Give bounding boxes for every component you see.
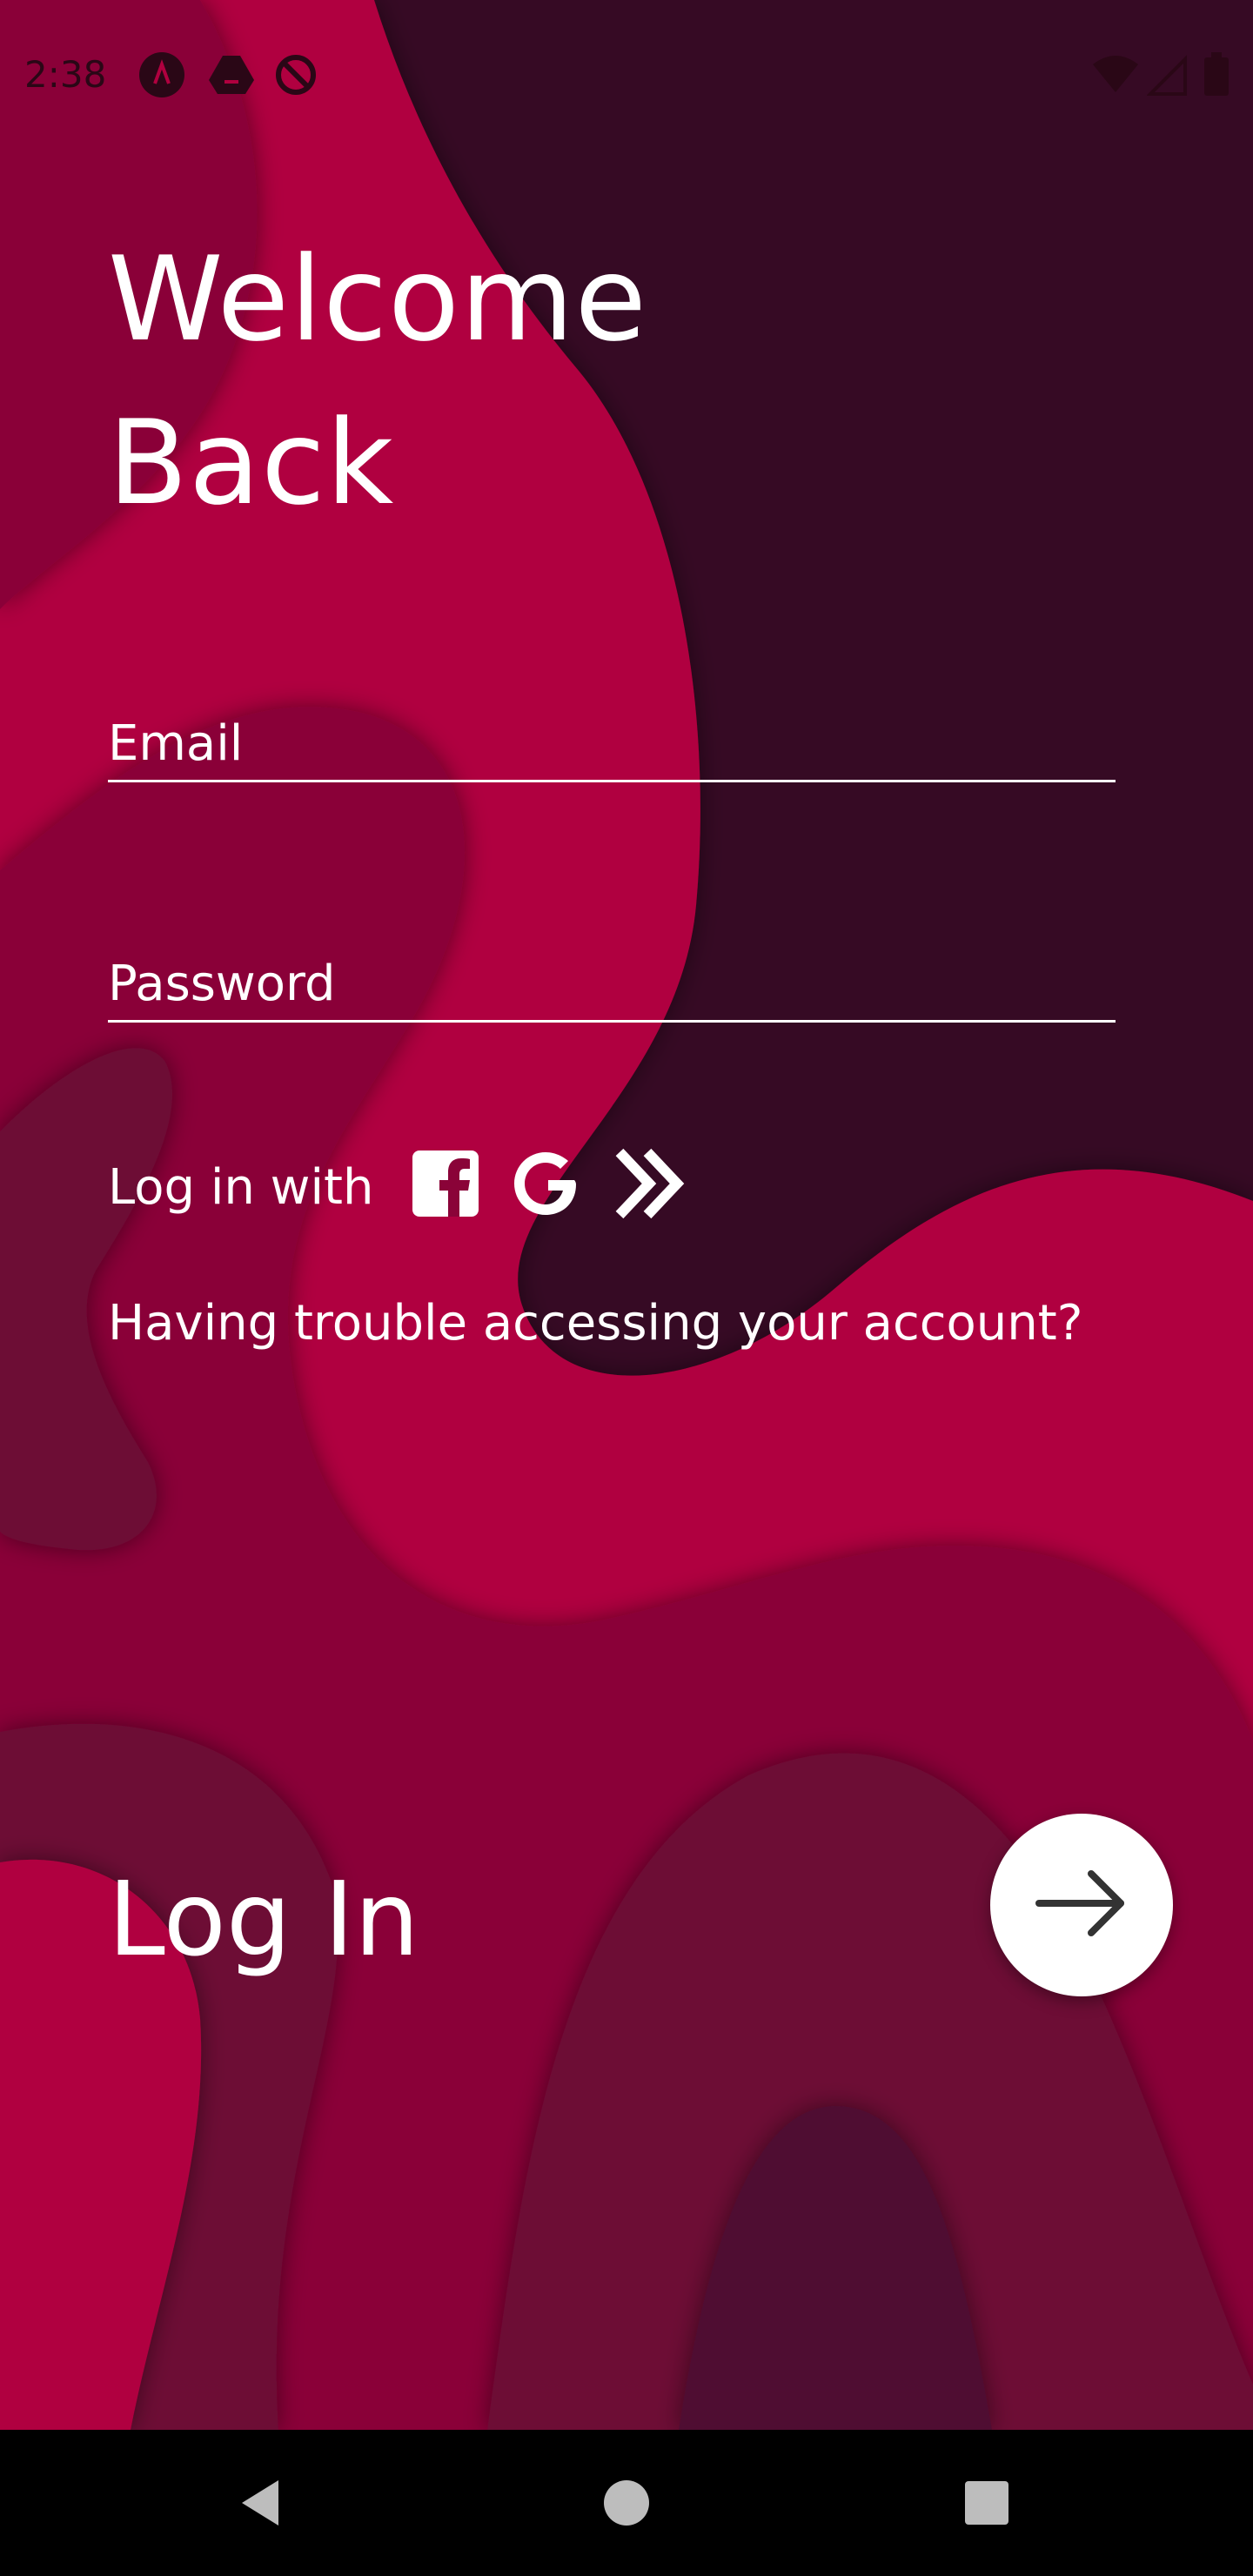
drive-icon: [207, 52, 256, 97]
page-title: Welcome Back: [108, 231, 647, 531]
password-input[interactable]: [108, 933, 1116, 1020]
sync-off-icon: [273, 52, 318, 97]
back-icon[interactable]: [228, 2468, 298, 2538]
email-field[interactable]: Email: [108, 693, 1116, 782]
battery-icon: [1203, 52, 1230, 97]
arrow-right-icon: [1034, 1868, 1129, 1942]
double-chevron-icon[interactable]: [611, 1147, 685, 1220]
google-icon[interactable]: [510, 1147, 583, 1220]
trouble-link[interactable]: Having trouble accessing your account?: [108, 1293, 1082, 1354]
app-notification-icon: [139, 52, 184, 97]
status-time: 2:38: [24, 53, 107, 96]
email-input[interactable]: [108, 693, 1116, 780]
password-field[interactable]: Password: [108, 933, 1116, 1023]
recents-icon[interactable]: [952, 2468, 1022, 2538]
signal-icon: [1146, 52, 1189, 97]
wifi-icon: [1091, 52, 1140, 97]
login-submit-button[interactable]: [990, 1814, 1173, 1996]
login-with-label: Log in with: [108, 1159, 374, 1216]
home-icon[interactable]: [592, 2468, 661, 2538]
login-screen: 2:38 Welcome Back Email Password Log in …: [0, 0, 1253, 2576]
facebook-icon[interactable]: [409, 1147, 482, 1220]
login-title: Log In: [108, 1859, 419, 1979]
